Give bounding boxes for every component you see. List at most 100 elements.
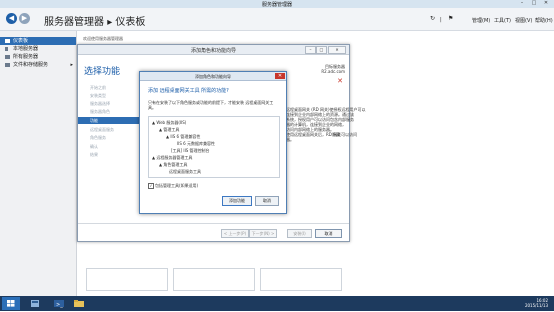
menu-help[interactable]: 帮助(H) — [535, 17, 553, 24]
sidebar-item-label: 本地服务器 — [13, 46, 39, 52]
wizard-step[interactable]: 结果 — [90, 152, 98, 158]
error-x-icon: ✕ — [337, 77, 343, 85]
next-button[interactable]: 下一步(N) > — [249, 229, 277, 238]
dialog-title: 添加角色和功能向导 — [195, 74, 231, 79]
wizard-page-title: 选择功能 — [84, 67, 121, 77]
taskbar-server-manager[interactable] — [26, 297, 44, 310]
close-icon[interactable]: ✕ — [275, 73, 285, 79]
wizard-step[interactable]: 远程桌面服务 — [90, 127, 114, 133]
server-manager-header: ◀ ▶ 服务器管理器 ▸ 仪表板 ↻ | ⚑ 管理(M) 工具(T) 视图(V)… — [0, 8, 554, 31]
expand-triangle-icon[interactable]: ▲ — [152, 120, 155, 125]
wizard-step[interactable]: 角色服务 — [90, 135, 106, 141]
target-server-value: R2.adc.com — [321, 69, 345, 74]
back-button[interactable]: ◀ — [6, 13, 17, 24]
tree-node: ▲ 管理工具 — [159, 127, 179, 133]
taskbar-powershell[interactable]: >_ — [50, 297, 68, 310]
sidebar-item-label: 仪表板 — [13, 38, 29, 44]
sidebar: 仪表板 本地服务器 所有服务器 文件和存储服务 ▸ — [0, 31, 77, 296]
tree-node-label: IIS 6 管理兼容性 — [170, 134, 201, 139]
tree-node-label: 远程桌面服务工具 — [169, 169, 201, 174]
svg-text:>_: >_ — [56, 302, 63, 308]
tree-node: ▲ IIS 6 管理兼容性 — [166, 134, 200, 140]
required-features-tree: ▲ Web 服务器(IIS) ▲ 管理工具 ▲ IIS 6 管理兼容性 IIS … — [148, 116, 280, 178]
tree-node: ▲ Web 服务器(IIS) — [152, 120, 186, 126]
sidebar-item-file-storage[interactable]: 文件和存储服务 ▸ — [0, 61, 76, 69]
expand-triangle-icon[interactable]: ▲ — [152, 155, 155, 160]
feature-description-line: 使用远程桌面网关后，RD 网关可以访问 — [286, 132, 358, 137]
sidebar-item-all-servers[interactable]: 所有服务器 — [0, 53, 76, 61]
clock-date: 2015/11/13 — [524, 303, 548, 308]
include-tools-checkbox[interactable]: ✓ — [148, 183, 154, 189]
add-features-dialog: 添加角色和功能向导 ✕ 添加 远程桌面网关工具 所需的功能? 只有在安装了以下角… — [139, 71, 287, 214]
sidebar-item-label: 所有服务器 — [13, 54, 39, 60]
sidebar-item-local-server[interactable]: 本地服务器 — [0, 45, 76, 53]
dialog-titlebar: 添加角色和功能向导 ✕ — [140, 72, 286, 81]
wizard-step-active[interactable]: 功能 — [78, 117, 139, 124]
refresh-icon[interactable]: ↻ — [430, 15, 435, 22]
cancel-button[interactable]: 取消 — [315, 229, 342, 238]
expand-triangle-icon[interactable]: ▲ — [159, 127, 162, 132]
hide-link[interactable]: 隐藏 — [332, 132, 340, 138]
minimize-icon[interactable]: – — [305, 46, 316, 54]
expand-triangle-icon[interactable]: ▲ — [166, 134, 169, 139]
tree-node-label: [工具] IIS 管理控制台 — [171, 148, 210, 153]
breadcrumb-separator: ▸ — [107, 17, 113, 28]
taskbar: >_ 16:02 2015/11/13 — [0, 296, 554, 311]
maximize-icon[interactable]: □ — [316, 46, 327, 54]
windows-logo-icon — [7, 300, 15, 307]
dashboard-tile[interactable] — [86, 268, 168, 291]
system-clock[interactable]: 16:02 2015/11/13 — [525, 298, 548, 308]
dashboard-tile[interactable] — [260, 268, 342, 291]
tree-node-label: IIS 6 元数据库兼容性 — [177, 141, 215, 146]
previous-button[interactable]: < 上一步(P) — [221, 229, 249, 238]
breadcrumb-page: 仪表板 — [115, 17, 146, 28]
sidebar-item-dashboard[interactable]: 仪表板 — [0, 37, 76, 45]
dialog-description: 只有在安装了以下角色服务或功能的前提下，才能安装 远程桌面网关工具。 — [148, 100, 274, 110]
wizard-step[interactable]: 服务器选择 — [90, 101, 110, 107]
chevron-right-icon[interactable]: ▸ — [70, 61, 73, 69]
server-icon — [5, 47, 8, 51]
dialog-cancel-button[interactable]: 取消 — [255, 196, 279, 206]
server-manager-icon — [31, 300, 39, 307]
dialog-question: 添加 远程桌面网关工具 所需的功能? — [148, 88, 229, 94]
menu-tools[interactable]: 工具(T) — [494, 17, 511, 24]
notifications-flag-icon[interactable]: ⚑ — [448, 15, 453, 22]
close-icon[interactable]: ✕ — [328, 46, 346, 54]
tree-node-label: 远程服务器管理工具 — [156, 155, 193, 160]
window-title: 服务器管理器 — [261, 2, 292, 8]
maximize-icon[interactable]: □ — [528, 0, 540, 7]
dashboard-tile[interactable] — [173, 268, 255, 291]
wizard-footer-divider — [78, 223, 349, 224]
dashboard-icon — [5, 39, 10, 43]
breadcrumb: 服务器管理器 ▸ 仪表板 — [44, 13, 145, 28]
wizard-titlebar: 添加角色和功能向导 – □ ✕ — [78, 45, 349, 55]
wizard-step[interactable]: 开始之前 — [90, 85, 106, 91]
welcome-heading: 欢迎使用服务器管理器 — [83, 36, 123, 41]
tree-node: 远程桌面服务工具 — [169, 169, 201, 175]
wizard-step[interactable]: 服务器角色 — [90, 109, 110, 115]
powershell-icon: >_ — [54, 300, 64, 308]
tree-node: ▲ 角色管理工具 — [159, 162, 187, 168]
menu-view[interactable]: 视图(V) — [515, 17, 532, 24]
tree-node-label: Web 服务器(IIS) — [156, 120, 187, 125]
wizard-step[interactable]: 安装类型 — [90, 93, 106, 99]
taskbar-explorer[interactable] — [70, 297, 88, 310]
close-icon[interactable]: ✕ — [540, 0, 552, 7]
install-button[interactable]: 安装(I) — [287, 229, 312, 238]
tree-node-label: 管理工具 — [163, 127, 180, 132]
include-tools-label: 包括管理工具(如果适用) — [155, 183, 199, 188]
tree-node-label: 角色管理工具 — [163, 162, 188, 167]
expand-triangle-icon[interactable]: ▲ — [159, 162, 162, 167]
add-features-button[interactable]: 添加功能 — [222, 196, 252, 206]
tree-node: [工具] IIS 管理控制台 — [171, 148, 210, 154]
menu-manage[interactable]: 管理(M) — [472, 17, 490, 24]
servers-icon — [5, 55, 10, 59]
minimize-icon[interactable]: – — [516, 0, 528, 7]
separator: | — [440, 17, 442, 23]
wizard-step[interactable]: 确认 — [90, 144, 98, 150]
start-button[interactable] — [2, 297, 20, 310]
tree-node: IIS 6 元数据库兼容性 — [177, 141, 215, 147]
forward-button[interactable]: ▶ — [19, 13, 30, 24]
target-server: 目标服务器 R2.adc.com — [321, 64, 345, 74]
folder-icon — [74, 300, 84, 307]
